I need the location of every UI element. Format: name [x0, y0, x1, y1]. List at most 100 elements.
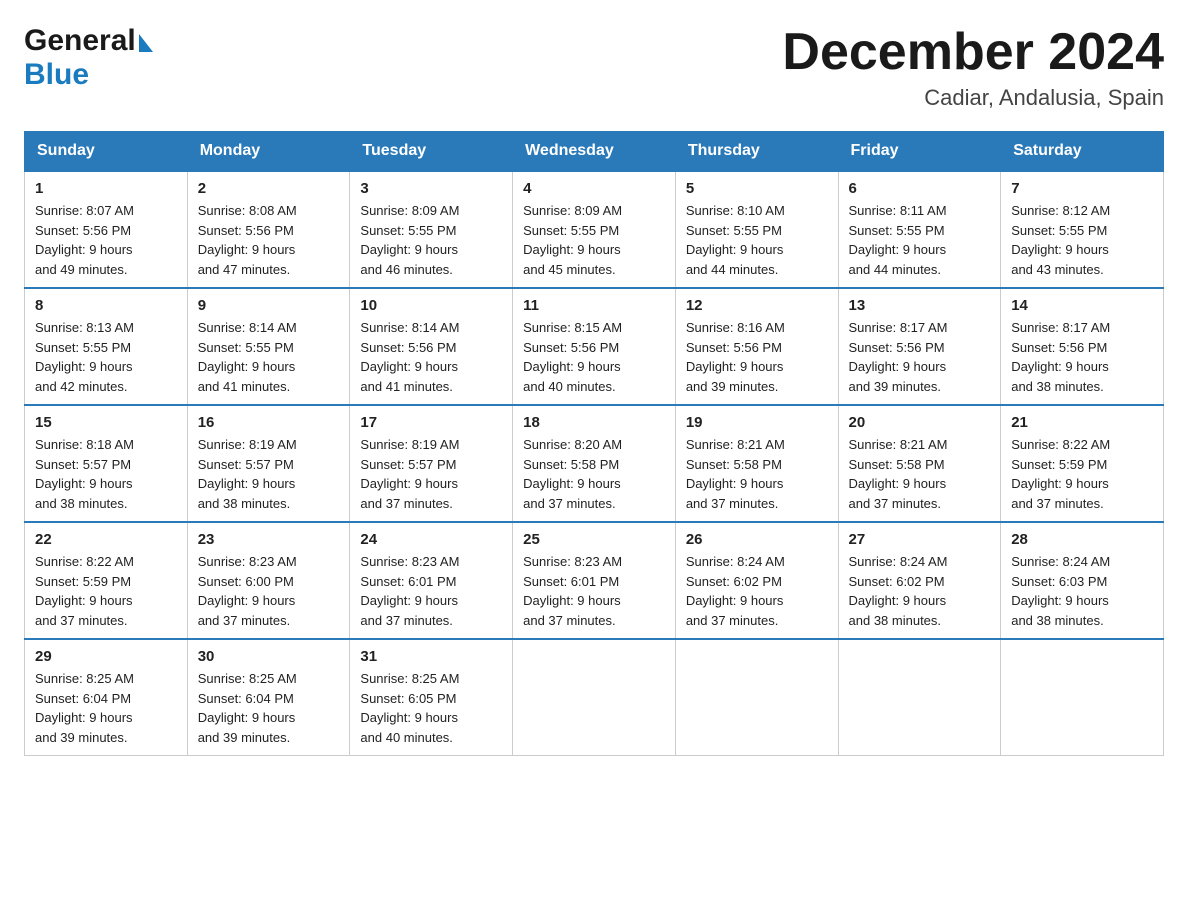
day-number: 14: [1011, 297, 1153, 314]
day-number: 12: [686, 297, 828, 314]
header-thursday: Thursday: [675, 132, 838, 172]
logo-blue-text: Blue: [24, 58, 89, 92]
calendar-cell: 7Sunrise: 8:12 AMSunset: 5:55 PMDaylight…: [1001, 171, 1164, 288]
week-row-5: 29Sunrise: 8:25 AMSunset: 6:04 PMDayligh…: [25, 639, 1164, 756]
calendar-cell: 4 Sunrise: 8:09 AMSunset: 5:55 PMDaylight…: [513, 171, 676, 288]
week-row-4: 22 Sunrise: 8:22 AMSunset: 5:59 PMDayligh…: [25, 522, 1164, 639]
day-info: Sunrise: 8:20 AMSunset: 5:58 PMDaylight:…: [523, 435, 665, 513]
title-section: December 2024 Cadiar, Andalusia, Spain: [782, 24, 1164, 111]
day-info: Sunrise: 8:22 AMSunset: 5:59 PMDaylight:…: [35, 552, 177, 630]
calendar-cell: 5 Sunrise: 8:10 AMSunset: 5:55 PMDaylight…: [675, 171, 838, 288]
logo-general-text: General: [24, 24, 136, 58]
day-info: Sunrise: 8:15 AMSunset: 5:56 PMDaylight:…: [523, 318, 665, 396]
day-number: 3: [360, 180, 502, 197]
calendar-cell: 21 Sunrise: 8:22 AMSunset: 5:59 PMDayligh…: [1001, 405, 1164, 522]
day-info: Sunrise: 8:22 AMSunset: 5:59 PMDaylight:…: [1011, 435, 1153, 513]
calendar-cell: 17 Sunrise: 8:19 AMSunset: 5:57 PMDayligh…: [350, 405, 513, 522]
day-info: Sunrise: 8:12 AMSunset: 5:55 PMDaylight:…: [1011, 201, 1153, 279]
calendar-cell: 24Sunrise: 8:23 AMSunset: 6:01 PMDayligh…: [350, 522, 513, 639]
calendar-cell: 10Sunrise: 8:14 AMSunset: 5:56 PMDayligh…: [350, 288, 513, 405]
day-number: 17: [360, 414, 502, 431]
day-info: Sunrise: 8:17 AMSunset: 5:56 PMDaylight:…: [849, 318, 991, 396]
calendar-cell: 2 Sunrise: 8:08 AMSunset: 5:56 PMDaylight…: [187, 171, 350, 288]
calendar-cell: 25 Sunrise: 8:23 AMSunset: 6:01 PMDayligh…: [513, 522, 676, 639]
day-number: 1: [35, 180, 177, 197]
calendar-cell: 29Sunrise: 8:25 AMSunset: 6:04 PMDayligh…: [25, 639, 188, 756]
week-row-3: 15 Sunrise: 8:18 AMSunset: 5:57 PMDayligh…: [25, 405, 1164, 522]
day-number: 24: [360, 531, 502, 548]
week-row-2: 8Sunrise: 8:13 AMSunset: 5:55 PMDaylight…: [25, 288, 1164, 405]
calendar-cell: 19 Sunrise: 8:21 AMSunset: 5:58 PMDayligh…: [675, 405, 838, 522]
calendar-cell: 30Sunrise: 8:25 AMSunset: 6:04 PMDayligh…: [187, 639, 350, 756]
calendar-cell: 28 Sunrise: 8:24 AMSunset: 6:03 PMDayligh…: [1001, 522, 1164, 639]
day-number: 5: [686, 180, 828, 197]
calendar-header: SundayMondayTuesdayWednesdayThursdayFrid…: [25, 132, 1164, 172]
calendar-cell: 6 Sunrise: 8:11 AMSunset: 5:55 PMDaylight…: [838, 171, 1001, 288]
day-info: Sunrise: 8:21 AMSunset: 5:58 PMDaylight:…: [849, 435, 991, 513]
day-info: Sunrise: 8:21 AMSunset: 5:58 PMDaylight:…: [686, 435, 828, 513]
day-number: 27: [849, 531, 991, 548]
day-info: Sunrise: 8:24 AMSunset: 6:02 PMDaylight:…: [849, 552, 991, 630]
header-monday: Monday: [187, 132, 350, 172]
day-info: Sunrise: 8:09 AMSunset: 5:55 PMDaylight:…: [360, 201, 502, 279]
header-row: SundayMondayTuesdayWednesdayThursdayFrid…: [25, 132, 1164, 172]
day-info: Sunrise: 8:09 AMSunset: 5:55 PMDaylight:…: [523, 201, 665, 279]
calendar-cell: 27 Sunrise: 8:24 AMSunset: 6:02 PMDayligh…: [838, 522, 1001, 639]
day-number: 21: [1011, 414, 1153, 431]
day-number: 19: [686, 414, 828, 431]
calendar-cell: 14 Sunrise: 8:17 AMSunset: 5:56 PMDayligh…: [1001, 288, 1164, 405]
day-number: 29: [35, 648, 177, 665]
day-info: Sunrise: 8:24 AMSunset: 6:03 PMDaylight:…: [1011, 552, 1153, 630]
calendar-cell: 3 Sunrise: 8:09 AMSunset: 5:55 PMDaylight…: [350, 171, 513, 288]
day-info: Sunrise: 8:19 AMSunset: 5:57 PMDaylight:…: [360, 435, 502, 513]
calendar-cell: 18Sunrise: 8:20 AMSunset: 5:58 PMDayligh…: [513, 405, 676, 522]
day-info: Sunrise: 8:14 AMSunset: 5:56 PMDaylight:…: [360, 318, 502, 396]
day-number: 25: [523, 531, 665, 548]
header-tuesday: Tuesday: [350, 132, 513, 172]
calendar-cell: 11 Sunrise: 8:15 AMSunset: 5:56 PMDayligh…: [513, 288, 676, 405]
calendar-cell: 12 Sunrise: 8:16 AMSunset: 5:56 PMDayligh…: [675, 288, 838, 405]
day-number: 11: [523, 297, 665, 314]
day-number: 28: [1011, 531, 1153, 548]
day-number: 4: [523, 180, 665, 197]
day-info: Sunrise: 8:18 AMSunset: 5:57 PMDaylight:…: [35, 435, 177, 513]
calendar-cell: [513, 639, 676, 756]
day-number: 22: [35, 531, 177, 548]
logo-arrow-icon: [139, 34, 153, 52]
day-info: Sunrise: 8:08 AMSunset: 5:56 PMDaylight:…: [198, 201, 340, 279]
day-info: Sunrise: 8:14 AMSunset: 5:55 PMDaylight:…: [198, 318, 340, 396]
calendar-cell: 13 Sunrise: 8:17 AMSunset: 5:56 PMDayligh…: [838, 288, 1001, 405]
day-info: Sunrise: 8:19 AMSunset: 5:57 PMDaylight:…: [198, 435, 340, 513]
calendar-cell: 22 Sunrise: 8:22 AMSunset: 5:59 PMDayligh…: [25, 522, 188, 639]
day-number: 13: [849, 297, 991, 314]
day-info: Sunrise: 8:16 AMSunset: 5:56 PMDaylight:…: [686, 318, 828, 396]
header-sunday: Sunday: [25, 132, 188, 172]
day-info: Sunrise: 8:07 AMSunset: 5:56 PMDaylight:…: [35, 201, 177, 279]
page-header: General Blue December 2024 Cadiar, Andal…: [24, 24, 1164, 111]
day-number: 31: [360, 648, 502, 665]
day-info: Sunrise: 8:11 AMSunset: 5:55 PMDaylight:…: [849, 201, 991, 279]
calendar-table: SundayMondayTuesdayWednesdayThursdayFrid…: [24, 131, 1164, 756]
day-info: Sunrise: 8:25 AMSunset: 6:05 PMDaylight:…: [360, 669, 502, 747]
day-number: 15: [35, 414, 177, 431]
day-number: 8: [35, 297, 177, 314]
calendar-cell: 8Sunrise: 8:13 AMSunset: 5:55 PMDaylight…: [25, 288, 188, 405]
calendar-cell: 26Sunrise: 8:24 AMSunset: 6:02 PMDayligh…: [675, 522, 838, 639]
day-info: Sunrise: 8:10 AMSunset: 5:55 PMDaylight:…: [686, 201, 828, 279]
day-info: Sunrise: 8:17 AMSunset: 5:56 PMDaylight:…: [1011, 318, 1153, 396]
day-number: 6: [849, 180, 991, 197]
calendar-body: 1 Sunrise: 8:07 AMSunset: 5:56 PMDaylight…: [25, 171, 1164, 756]
calendar-cell: 20Sunrise: 8:21 AMSunset: 5:58 PMDayligh…: [838, 405, 1001, 522]
day-number: 23: [198, 531, 340, 548]
day-number: 30: [198, 648, 340, 665]
day-info: Sunrise: 8:23 AMSunset: 6:01 PMDaylight:…: [523, 552, 665, 630]
header-friday: Friday: [838, 132, 1001, 172]
calendar-cell: 9 Sunrise: 8:14 AMSunset: 5:55 PMDaylight…: [187, 288, 350, 405]
day-info: Sunrise: 8:23 AMSunset: 6:00 PMDaylight:…: [198, 552, 340, 630]
calendar-cell: 23 Sunrise: 8:23 AMSunset: 6:00 PMDayligh…: [187, 522, 350, 639]
day-number: 2: [198, 180, 340, 197]
calendar-cell: 31 Sunrise: 8:25 AMSunset: 6:05 PMDayligh…: [350, 639, 513, 756]
week-row-1: 1 Sunrise: 8:07 AMSunset: 5:56 PMDaylight…: [25, 171, 1164, 288]
logo: General Blue: [24, 24, 153, 92]
day-number: 9: [198, 297, 340, 314]
